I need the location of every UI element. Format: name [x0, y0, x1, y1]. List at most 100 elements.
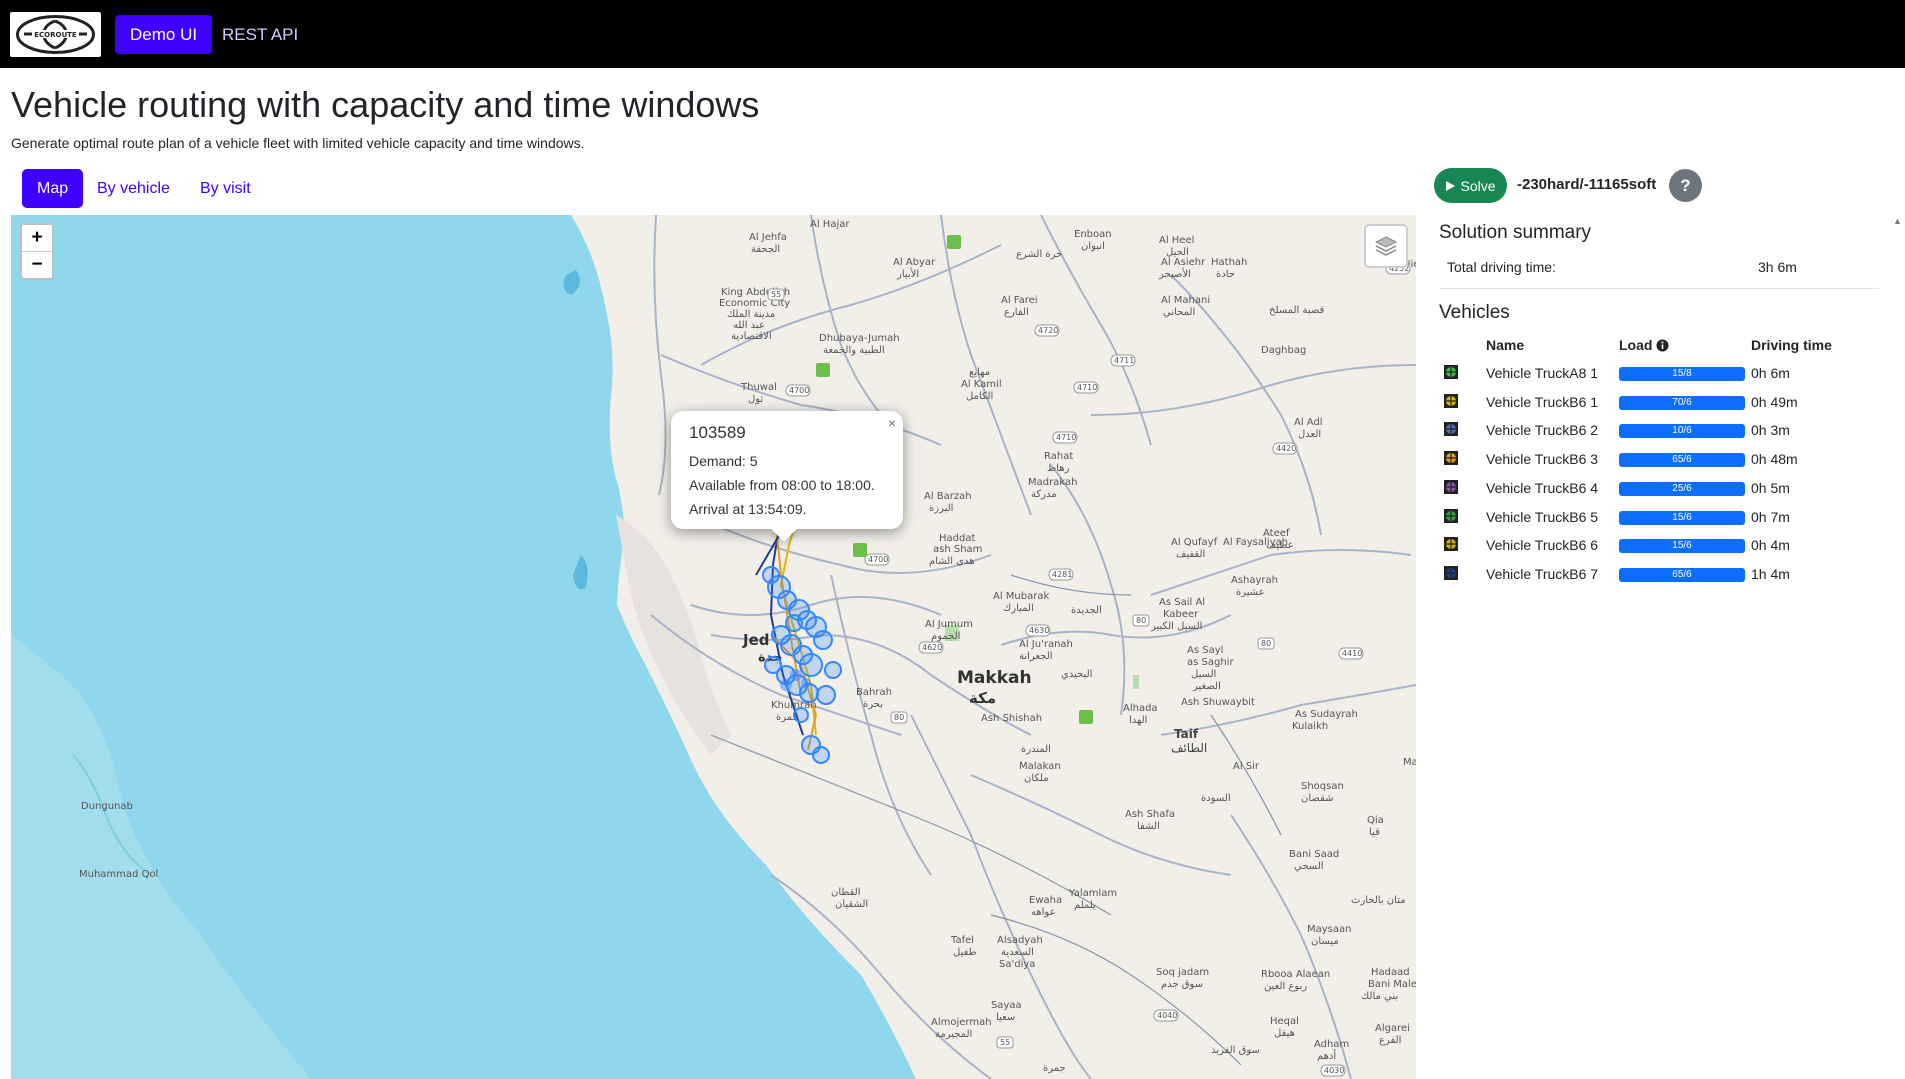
map-label: Al Mubarak: [993, 591, 1049, 602]
vehicle-color-icon: [1444, 509, 1458, 523]
vehicle-load-bar: 15/6: [1619, 539, 1745, 553]
vehicle-driving-time: 0h 4m: [1751, 537, 1790, 553]
ecoroute-logo[interactable]: ECOROUTE: [10, 12, 101, 57]
info-icon[interactable]: [1656, 339, 1669, 352]
map-label: Jed: [742, 631, 770, 649]
map-label: Hathah: [1211, 257, 1247, 268]
vehicle-load-bar: 65/6: [1619, 568, 1745, 582]
score-label: -230hard/-11165soft: [1517, 176, 1657, 193]
column-load-label: Load: [1619, 337, 1653, 353]
vehicle-name: Vehicle TruckA8 1: [1486, 365, 1599, 381]
play-icon: [1446, 180, 1456, 191]
vehicle-row[interactable]: Vehicle TruckB6 1 70/6 0h 49m: [1439, 388, 1879, 417]
vehicle-driving-time: 0h 5m: [1751, 480, 1790, 496]
map-label: انبوان: [1081, 241, 1105, 252]
map-label: Malakan: [1019, 761, 1061, 772]
map-label: Bani Malek: [1368, 979, 1416, 990]
vehicle-load-bar: 70/6: [1619, 396, 1745, 410]
map-label: حادة: [1216, 269, 1235, 280]
map-label: Al Ju'ranah: [1019, 639, 1073, 650]
page-title: Vehicle routing with capacity and time w…: [11, 84, 760, 125]
map-label: Ashayrah: [1231, 575, 1278, 586]
map-label: الفرع: [1379, 1035, 1401, 1046]
vehicle-driving-time: 0h 48m: [1751, 451, 1798, 467]
map-label: Bahrah: [856, 687, 892, 698]
vehicle-color-icon: [1444, 422, 1458, 436]
road-shield: 4040: [1157, 1011, 1177, 1020]
map-label: Dungunab: [81, 801, 133, 812]
vehicle-row[interactable]: Vehicle TruckB6 3 65/6 0h 48m: [1439, 445, 1879, 474]
nav-rest-api[interactable]: REST API: [207, 15, 313, 54]
vehicle-name: Vehicle TruckB6 7: [1486, 566, 1599, 582]
vehicles-title: Vehicles: [1439, 302, 1510, 323]
map-label: البرزة: [929, 503, 953, 514]
nav-demo-ui[interactable]: Demo UI: [115, 15, 213, 54]
road-shield: 55: [771, 290, 781, 299]
map-label: Alsadyah: [997, 935, 1043, 946]
map-label: سوق الفريد: [1211, 1045, 1260, 1056]
map-label: الفارع: [1004, 307, 1029, 318]
map-label: الشقيان: [835, 899, 868, 910]
map-label: الكامل: [966, 391, 993, 402]
tab-by-vehicle[interactable]: By vehicle: [82, 169, 185, 208]
map-label: جمرة: [1043, 1063, 1066, 1074]
tab-map[interactable]: Map: [22, 169, 84, 208]
map-label: Soq jadam: [1156, 967, 1209, 978]
map-label: Thuwal: [740, 382, 777, 393]
map-label: Sayaa: [991, 1000, 1022, 1011]
svg-text:ECOROUTE: ECOROUTE: [34, 31, 77, 39]
map-label: الصغير: [1192, 681, 1221, 692]
total-driving-row: Total driving time: 3h 6m: [1439, 256, 1879, 289]
scroll-up-icon[interactable]: ▲: [1893, 216, 1902, 226]
vehicle-load-bar: 65/6: [1619, 453, 1745, 467]
vehicle-load-bar: 25/6: [1619, 482, 1745, 496]
help-button[interactable]: ?: [1669, 169, 1702, 202]
map-label: Al Qufayf: [1171, 537, 1218, 548]
popup-demand: Demand: 5: [689, 453, 758, 469]
solve-button[interactable]: Solve: [1434, 168, 1507, 203]
popup-close-icon[interactable]: ×: [888, 415, 896, 431]
vehicle-row[interactable]: Vehicle TruckB6 7 65/6 1h 4m: [1439, 560, 1879, 589]
road-shield: 4630: [1029, 626, 1049, 635]
route-map[interactable]: Al Jehfa الجحفة Al Hajar Enboan انبوان A…: [11, 215, 1416, 1079]
map-label: ميسان: [1311, 936, 1339, 947]
map-label: Rbooa Alaean: [1261, 969, 1330, 980]
road-shield: 4711: [1114, 356, 1134, 365]
zoom-out-button[interactable]: −: [22, 251, 52, 278]
map-label: Tafel: [950, 935, 974, 946]
map-label: Maysaan: [1307, 924, 1351, 935]
map-label: Madrakah: [1028, 477, 1077, 488]
vehicle-driving-time: 0h 49m: [1751, 394, 1798, 410]
vehicle-row[interactable]: Vehicle TruckB6 2 10/6 0h 3m: [1439, 416, 1879, 445]
map-label: Ash Shishah: [981, 713, 1042, 724]
map-label: حرة الشرع: [1016, 249, 1062, 260]
map-label: القفيف: [1176, 549, 1205, 560]
map-label: شقصان: [1301, 793, 1334, 804]
vehicle-row[interactable]: Vehicle TruckA8 1 15/8 0h 6m: [1439, 359, 1879, 388]
map-label: المندرة: [1021, 744, 1051, 755]
map-label: السحي: [1294, 861, 1324, 872]
map-label: Almojermah: [931, 1017, 992, 1028]
zoom-in-button[interactable]: +: [22, 225, 52, 251]
map-label: Ma: [1403, 757, 1416, 768]
vehicle-row[interactable]: Vehicle TruckB6 4 25/6 0h 5m: [1439, 474, 1879, 503]
map-label: الاقتصادية: [731, 331, 772, 342]
road-shield: 80: [1136, 616, 1146, 625]
vehicle-row[interactable]: Vehicle TruckB6 5 15/6 0h 7m: [1439, 503, 1879, 532]
map-label: Ash Shuwaybit: [1181, 697, 1255, 708]
map-label: As Sail Al: [1159, 597, 1205, 608]
total-driving-label: Total driving time:: [1447, 259, 1556, 275]
map-label: Kulaikh: [1292, 721, 1328, 732]
map-label: Al Kamil: [961, 379, 1002, 390]
solve-label: Solve: [1460, 177, 1496, 194]
layers-button[interactable]: [1364, 224, 1408, 268]
vehicle-row[interactable]: Vehicle TruckB6 6 15/6 0h 4m: [1439, 531, 1879, 560]
map-label: Hadaad: [1371, 967, 1410, 978]
tab-by-visit[interactable]: By visit: [185, 169, 266, 208]
map-label: سوق جدم: [1161, 979, 1203, 990]
map-label: Al Asiehr: [1161, 257, 1206, 268]
map-label: الهدا: [1129, 715, 1147, 726]
popup-visit-id: 103589: [689, 423, 746, 442]
map-label: هدى الشام: [929, 556, 975, 567]
map-label: الأبيار: [896, 267, 919, 280]
